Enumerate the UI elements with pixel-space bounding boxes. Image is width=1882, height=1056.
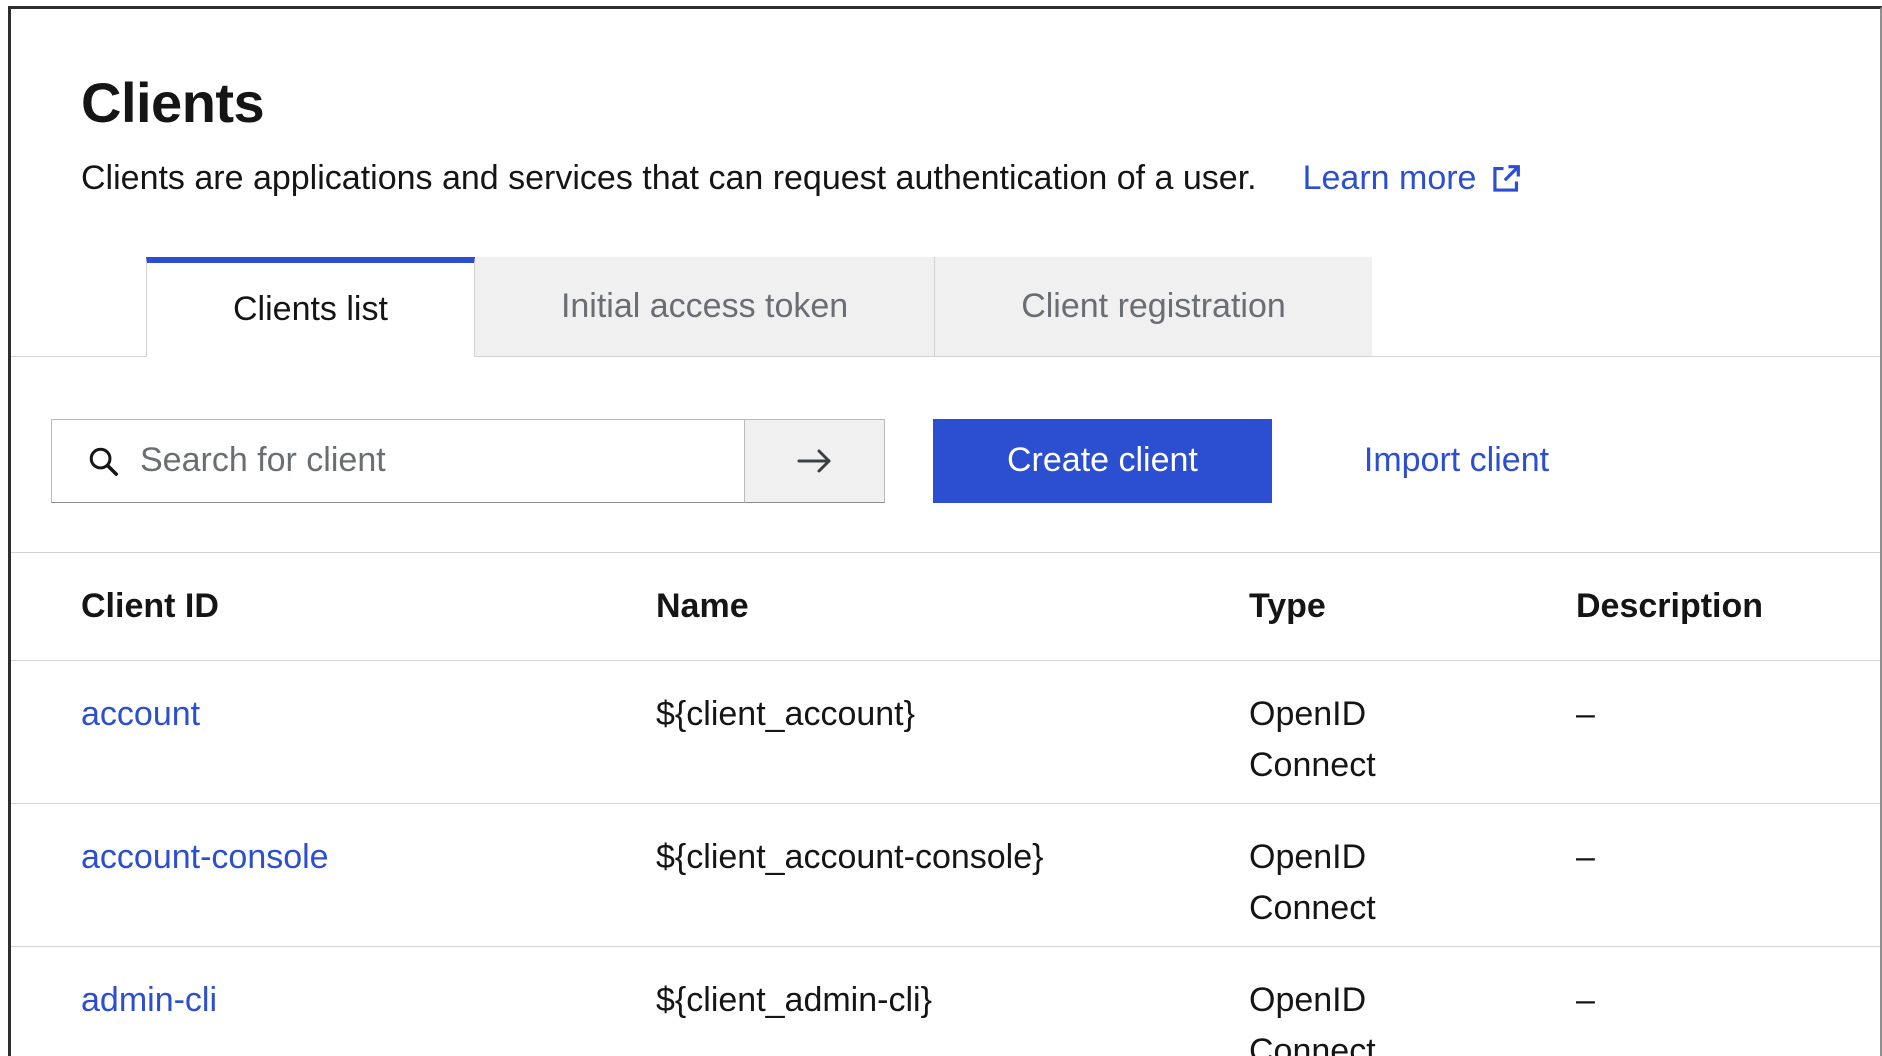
toolbar: Create client Import client xyxy=(51,419,1880,503)
client-name-cell: ${client_admin-cli} xyxy=(586,946,1179,1056)
create-client-button[interactable]: Create client xyxy=(933,419,1272,503)
client-description-cell: – xyxy=(1506,946,1880,1056)
learn-more-link[interactable]: Learn more xyxy=(1303,155,1523,203)
column-header-name: Name xyxy=(586,552,1179,660)
client-type-cell: OpenID Connect xyxy=(1249,832,1419,934)
external-link-icon xyxy=(1490,163,1522,195)
client-type-cell: OpenID Connect xyxy=(1249,689,1419,791)
clients-table: Client ID Name Type Description account … xyxy=(11,552,1880,1056)
column-header-type: Type xyxy=(1179,552,1506,660)
search-input[interactable] xyxy=(140,441,744,480)
search-icon xyxy=(86,444,120,478)
tab-label: Clients list xyxy=(233,290,388,329)
client-id-link[interactable]: account-console xyxy=(81,838,329,876)
client-description-cell: – xyxy=(1506,660,1880,803)
column-header-description: Description xyxy=(1506,552,1880,660)
client-id-link[interactable]: admin-cli xyxy=(81,981,217,1019)
page-title: Clients xyxy=(81,71,1810,135)
client-name-cell: ${client_account-console} xyxy=(586,803,1179,946)
search-group xyxy=(51,419,885,503)
table-header-row: Client ID Name Type Description xyxy=(11,552,1880,660)
tab-clients-list[interactable]: Clients list xyxy=(146,257,475,357)
page-description-row: Clients are applications and services th… xyxy=(81,155,1810,203)
table-row: account-console ${client_account-console… xyxy=(11,803,1880,946)
client-description-cell: – xyxy=(1506,803,1880,946)
table-row: account ${client_account} OpenID Connect… xyxy=(11,660,1880,803)
page-header: Clients Clients are applications and ser… xyxy=(11,9,1880,203)
tabs-right-spacer xyxy=(1372,257,1880,357)
import-client-link[interactable]: Import client xyxy=(1364,441,1549,480)
learn-more-label: Learn more xyxy=(1303,155,1477,203)
table-row: admin-cli ${client_admin-cli} OpenID Con… xyxy=(11,946,1880,1056)
client-id-link[interactable]: account xyxy=(81,695,200,733)
search-box xyxy=(51,419,745,503)
tab-client-registration[interactable]: Client registration xyxy=(934,257,1372,357)
arrow-right-icon xyxy=(792,446,838,476)
tab-label: Client registration xyxy=(1021,287,1286,326)
tab-initial-access-token[interactable]: Initial access token xyxy=(475,257,934,357)
search-submit-button[interactable] xyxy=(745,419,885,503)
tab-label: Initial access token xyxy=(561,287,848,326)
column-header-client-id: Client ID xyxy=(11,552,586,660)
page-description: Clients are applications and services th… xyxy=(81,155,1257,203)
clients-page: Clients Clients are applications and ser… xyxy=(8,6,1882,1056)
client-name-cell: ${client_account} xyxy=(586,660,1179,803)
client-type-cell: OpenID Connect xyxy=(1249,975,1419,1056)
tabs-left-spacer xyxy=(11,257,146,357)
tabs: Clients list Initial access token Client… xyxy=(11,257,1880,357)
